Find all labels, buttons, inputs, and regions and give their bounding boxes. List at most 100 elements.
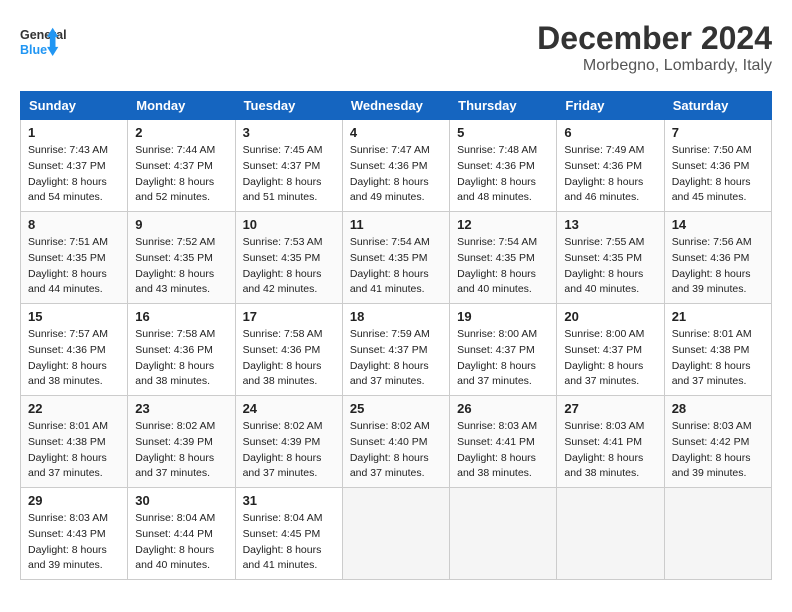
day-info-line: Daylight: 8 hours bbox=[28, 359, 120, 375]
calendar-cell: 15Sunrise: 7:57 AMSunset: 4:36 PMDayligh… bbox=[21, 304, 128, 396]
day-info-line: Sunset: 4:37 PM bbox=[28, 159, 120, 175]
title-block: December 2024 Morbegno, Lombardy, Italy bbox=[537, 20, 772, 75]
day-number: 19 bbox=[457, 309, 549, 324]
column-header-tuesday: Tuesday bbox=[235, 92, 342, 120]
column-header-friday: Friday bbox=[557, 92, 664, 120]
day-number: 13 bbox=[564, 217, 656, 232]
day-content: Sunrise: 8:03 AMSunset: 4:43 PMDaylight:… bbox=[28, 511, 120, 574]
calendar-cell: 8Sunrise: 7:51 AMSunset: 4:35 PMDaylight… bbox=[21, 212, 128, 304]
day-info-line: Daylight: 8 hours bbox=[28, 267, 120, 283]
day-info-line: Daylight: 8 hours bbox=[135, 451, 227, 467]
day-info-line: Sunset: 4:36 PM bbox=[564, 159, 656, 175]
day-content: Sunrise: 7:51 AMSunset: 4:35 PMDaylight:… bbox=[28, 235, 120, 298]
day-info-line: Sunset: 4:35 PM bbox=[135, 251, 227, 267]
day-info-line: and 37 minutes. bbox=[564, 374, 656, 390]
day-info-line: and 48 minutes. bbox=[457, 190, 549, 206]
calendar-table: SundayMondayTuesdayWednesdayThursdayFrid… bbox=[20, 91, 772, 580]
calendar-cell: 7Sunrise: 7:50 AMSunset: 4:36 PMDaylight… bbox=[664, 120, 771, 212]
calendar-cell: 20Sunrise: 8:00 AMSunset: 4:37 PMDayligh… bbox=[557, 304, 664, 396]
day-number: 1 bbox=[28, 125, 120, 140]
day-info-line: Daylight: 8 hours bbox=[564, 359, 656, 375]
day-content: Sunrise: 7:45 AMSunset: 4:37 PMDaylight:… bbox=[243, 143, 335, 206]
day-info-line: Daylight: 8 hours bbox=[243, 267, 335, 283]
calendar-cell: 18Sunrise: 7:59 AMSunset: 4:37 PMDayligh… bbox=[342, 304, 449, 396]
day-number: 14 bbox=[672, 217, 764, 232]
day-info-line: and 52 minutes. bbox=[135, 190, 227, 206]
day-number: 10 bbox=[243, 217, 335, 232]
day-info-line: Sunset: 4:36 PM bbox=[457, 159, 549, 175]
day-info-line: Sunset: 4:44 PM bbox=[135, 527, 227, 543]
day-info-line: Sunrise: 7:47 AM bbox=[350, 143, 442, 159]
day-info-line: Sunset: 4:35 PM bbox=[457, 251, 549, 267]
day-info-line: Daylight: 8 hours bbox=[564, 267, 656, 283]
day-info-line: and 40 minutes. bbox=[564, 282, 656, 298]
day-info-line: Daylight: 8 hours bbox=[350, 359, 442, 375]
day-number: 17 bbox=[243, 309, 335, 324]
day-info-line: and 42 minutes. bbox=[243, 282, 335, 298]
calendar-cell: 10Sunrise: 7:53 AMSunset: 4:35 PMDayligh… bbox=[235, 212, 342, 304]
day-info-line: and 51 minutes. bbox=[243, 190, 335, 206]
calendar-cell: 22Sunrise: 8:01 AMSunset: 4:38 PMDayligh… bbox=[21, 396, 128, 488]
day-content: Sunrise: 8:00 AMSunset: 4:37 PMDaylight:… bbox=[564, 327, 656, 390]
calendar-cell: 19Sunrise: 8:00 AMSunset: 4:37 PMDayligh… bbox=[450, 304, 557, 396]
day-info-line: Sunset: 4:36 PM bbox=[243, 343, 335, 359]
day-info-line: Sunrise: 7:43 AM bbox=[28, 143, 120, 159]
day-info-line: Sunset: 4:37 PM bbox=[457, 343, 549, 359]
calendar-cell: 14 Sunrise: 7:56 AMSunset: 4:36 PMDayligh… bbox=[664, 212, 771, 304]
day-info-line: Daylight: 8 hours bbox=[28, 175, 120, 191]
day-number: 22 bbox=[28, 401, 120, 416]
calendar-cell bbox=[342, 488, 449, 580]
day-info-line: Daylight: 8 hours bbox=[243, 359, 335, 375]
day-number: 18 bbox=[350, 309, 442, 324]
day-info-line: Daylight: 8 hours bbox=[28, 451, 120, 467]
day-info-line: Sunrise: 7:57 AM bbox=[28, 327, 120, 343]
day-info-line: Daylight: 8 hours bbox=[135, 359, 227, 375]
calendar-cell bbox=[664, 488, 771, 580]
day-content: Sunrise: 7:47 AMSunset: 4:36 PMDaylight:… bbox=[350, 143, 442, 206]
logo: General Blue bbox=[20, 20, 70, 70]
calendar-cell: 29 Sunrise: 8:03 AMSunset: 4:43 PMDayligh… bbox=[21, 488, 128, 580]
day-info-line: Sunset: 4:36 PM bbox=[672, 251, 764, 267]
day-content: Sunrise: 7:50 AMSunset: 4:36 PMDaylight:… bbox=[672, 143, 764, 206]
day-info-line: Daylight: 8 hours bbox=[243, 175, 335, 191]
day-info-line: Daylight: 8 hours bbox=[350, 175, 442, 191]
day-content: Sunrise: 7:56 AMSunset: 4:36 PMDaylight:… bbox=[672, 235, 764, 298]
day-number: 27 bbox=[564, 401, 656, 416]
day-info-line: Sunset: 4:39 PM bbox=[135, 435, 227, 451]
calendar-cell bbox=[557, 488, 664, 580]
day-info-line: Sunrise: 8:03 AM bbox=[672, 419, 764, 435]
day-info-line: and 40 minutes. bbox=[135, 558, 227, 574]
day-info-line: Sunrise: 8:00 AM bbox=[457, 327, 549, 343]
day-info-line: Sunrise: 7:50 AM bbox=[672, 143, 764, 159]
column-header-thursday: Thursday bbox=[450, 92, 557, 120]
day-info-line: Daylight: 8 hours bbox=[28, 543, 120, 559]
calendar-week-row: 1Sunrise: 7:43 AMSunset: 4:37 PMDaylight… bbox=[21, 120, 772, 212]
day-info-line: Sunset: 4:38 PM bbox=[672, 343, 764, 359]
day-content: Sunrise: 7:55 AMSunset: 4:35 PMDaylight:… bbox=[564, 235, 656, 298]
day-info-line: and 45 minutes. bbox=[672, 190, 764, 206]
day-info-line: Sunrise: 7:49 AM bbox=[564, 143, 656, 159]
svg-text:General: General bbox=[20, 28, 67, 42]
day-info-line: and 37 minutes. bbox=[28, 466, 120, 482]
day-info-line: Sunset: 4:35 PM bbox=[350, 251, 442, 267]
calendar-header-row: SundayMondayTuesdayWednesdayThursdayFrid… bbox=[21, 92, 772, 120]
day-info-line: Sunset: 4:37 PM bbox=[243, 159, 335, 175]
day-info-line: Sunrise: 7:52 AM bbox=[135, 235, 227, 251]
day-info-line: Sunrise: 7:48 AM bbox=[457, 143, 549, 159]
day-info-line: and 37 minutes. bbox=[350, 374, 442, 390]
calendar-cell: 23Sunrise: 8:02 AMSunset: 4:39 PMDayligh… bbox=[128, 396, 235, 488]
calendar-week-row: 15Sunrise: 7:57 AMSunset: 4:36 PMDayligh… bbox=[21, 304, 772, 396]
day-info-line: Daylight: 8 hours bbox=[457, 451, 549, 467]
day-info-line: and 38 minutes. bbox=[135, 374, 227, 390]
calendar-week-row: 8Sunrise: 7:51 AMSunset: 4:35 PMDaylight… bbox=[21, 212, 772, 304]
day-number: 16 bbox=[135, 309, 227, 324]
day-info-line: and 41 minutes. bbox=[350, 282, 442, 298]
day-info-line: Sunrise: 7:51 AM bbox=[28, 235, 120, 251]
day-info-line: Daylight: 8 hours bbox=[350, 451, 442, 467]
day-info-line: Sunrise: 8:02 AM bbox=[350, 419, 442, 435]
day-info-line: Sunrise: 7:45 AM bbox=[243, 143, 335, 159]
day-info-line: and 39 minutes. bbox=[672, 466, 764, 482]
day-number: 9 bbox=[135, 217, 227, 232]
day-number: 29 bbox=[28, 493, 120, 508]
day-info-line: Sunset: 4:35 PM bbox=[243, 251, 335, 267]
